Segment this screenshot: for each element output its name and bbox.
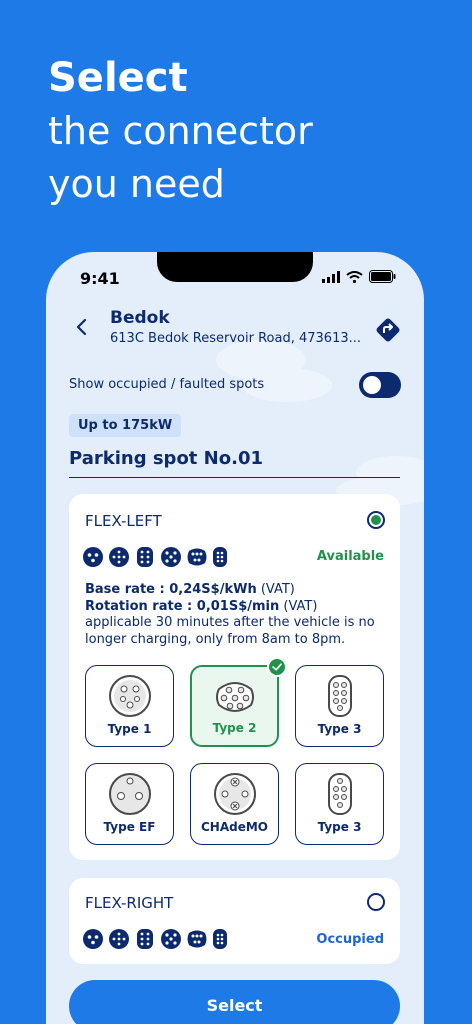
base-rate-label: Base rate : [85, 582, 170, 597]
charger-card-flex-left[interactable]: FLEX-LEFT Available Base rate : 0,24S$/k… [69, 494, 400, 860]
type1-connector-icon [83, 929, 103, 949]
phone-notch [157, 252, 313, 282]
connector-label: Type 3 [317, 820, 362, 834]
typeef-connector-icon [108, 773, 151, 815]
type2-connector-icon [161, 547, 181, 567]
type3-connector-icon [213, 929, 227, 949]
status-icons [322, 270, 396, 283]
connector-grid: Type 1 Type 2 Type 3 Type EF CHAdeMO Typ… [85, 657, 384, 845]
headline-line-3: you need [48, 162, 225, 206]
charger-radio-selected[interactable] [367, 511, 385, 529]
toggle-knob [363, 376, 381, 394]
wifi-icon [346, 270, 363, 283]
type2-connector-icon [109, 547, 129, 567]
type2-connector-icon [161, 929, 181, 949]
chademo-connector-icon [187, 548, 207, 566]
connector-label: Type 3 [317, 722, 362, 736]
ccs-connector-icon [137, 929, 153, 949]
select-button[interactable]: Select [69, 980, 400, 1024]
parking-spot-title: Parking spot No.01 [69, 448, 400, 478]
type2-connector-icon [109, 929, 129, 949]
show-occupied-label: Show occupied / faulted spots [69, 377, 265, 392]
connector-label: CHAdeMO [200, 820, 268, 834]
base-rate-value: 0,24S$/kWh [169, 582, 257, 597]
charger-status: Available [316, 549, 384, 564]
location-address: 613C Bedok Reservoir Road, 473613... [110, 331, 362, 346]
type1-connector-icon [108, 675, 151, 717]
rotation-rate-value: 0,01S$/min [196, 598, 280, 614]
status-time: 9:41 [80, 269, 120, 288]
base-rate-suffix: (VAT) [256, 582, 295, 597]
connector-icon-row [83, 929, 227, 949]
rates-info: Base rate : 0,24S$/kWh (VAT) Rotation ra… [85, 582, 385, 648]
cellular-signal-icon [322, 270, 340, 283]
chademo-connector-icon [213, 773, 256, 815]
power-badge: Up to 175kW [69, 414, 182, 437]
battery-icon [369, 270, 396, 283]
connector-option-type-3[interactable]: Type 3 [295, 763, 384, 845]
connector-option-chademo[interactable]: CHAdeMO [190, 763, 279, 845]
connector-option-type-ef[interactable]: Type EF [85, 763, 174, 845]
type3-connector-icon [213, 547, 227, 567]
connector-label: Type 1 [107, 722, 152, 736]
rotation-rate-label: Rotation rate : [85, 598, 197, 614]
connector-option-type-3[interactable]: Type 3 [295, 665, 384, 747]
charger-card-flex-right[interactable]: FLEX-RIGHT Occupied [69, 878, 400, 964]
connector-option-type-1[interactable]: Type 1 [85, 665, 174, 747]
show-occupied-toggle[interactable] [359, 372, 401, 398]
connector-option-type-2[interactable]: Type 2 [190, 657, 287, 747]
type3-connector-icon [327, 675, 352, 717]
charger-title: FLEX-LEFT [85, 512, 162, 530]
type3-connector-icon [327, 773, 352, 815]
connector-label: Type 2 [212, 721, 257, 735]
type1-connector-icon [83, 547, 103, 567]
directions-icon[interactable] [374, 316, 402, 344]
connector-label: Type EF [103, 820, 156, 834]
charger-radio-unselected[interactable] [367, 893, 385, 911]
charger-title: FLEX-RIGHT [85, 894, 174, 912]
check-icon [267, 657, 287, 677]
connector-icon-row [83, 547, 227, 567]
headline-line-1: Select [48, 55, 188, 101]
charger-status: Occupied [316, 932, 384, 947]
promo-headline: Select the connector you need [48, 52, 313, 211]
phone-screen: 9:41 Bedok 613C Bedok Reservoir Road, 47… [46, 252, 424, 1024]
headline-line-2: the connector [48, 109, 313, 153]
back-chevron-icon[interactable] [74, 316, 90, 338]
location-name: Bedok [110, 308, 170, 328]
chademo-connector-icon [187, 930, 207, 948]
type2-connector-icon [215, 682, 254, 712]
ccs-connector-icon [137, 547, 153, 567]
